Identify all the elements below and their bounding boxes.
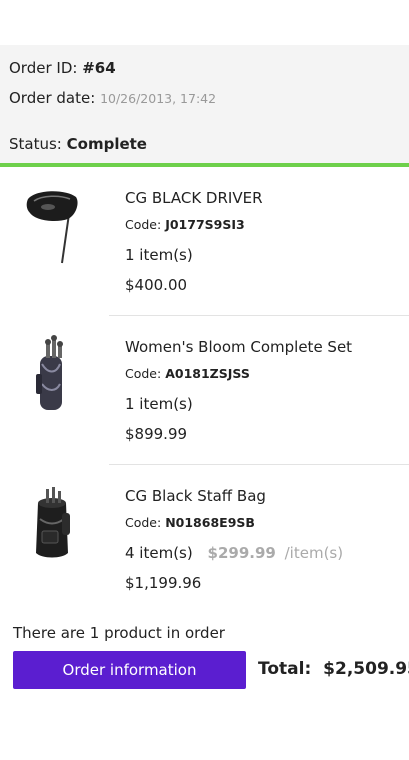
product-price: $1,199.96 [125, 574, 202, 592]
product-quantity-value: 1 item(s) [125, 395, 193, 413]
product-name[interactable]: CG BLACK DRIVER [125, 189, 263, 207]
top-spacer [0, 0, 409, 45]
product-quantity: 4 item(s) $299.99 /item(s) [125, 544, 343, 562]
order-id-value: #64 [82, 59, 116, 77]
golf-club-set-icon [36, 335, 63, 410]
order-date-value: 10/26/2013, 17:42 [100, 91, 217, 106]
product-quantity-value: 1 item(s) [125, 246, 193, 264]
product-price: $899.99 [125, 425, 188, 443]
order-status: Status: Complete [9, 135, 147, 153]
order-status-label: Status: [9, 135, 62, 153]
order-id: Order ID: #64 [9, 59, 116, 77]
product-per-label: /item(s) [284, 544, 344, 562]
product-list: CG BLACK DRIVER Code: J0177S9SI3 1 item(… [0, 167, 409, 614]
product-code-value: A0181ZSJSS [165, 366, 250, 381]
order-information-button[interactable]: Order information [13, 651, 246, 689]
order-total-value: $2,509.95 [323, 659, 409, 679]
product-quantity: 1 item(s) [125, 246, 193, 264]
product-item[interactable]: CG Black Staff Bag Code: N01868E9SB 4 it… [0, 465, 409, 614]
order-date-label: Order date: [9, 89, 96, 107]
golf-driver-icon [26, 191, 78, 264]
product-item[interactable]: Women's Bloom Complete Set Code: A0181ZS… [0, 316, 409, 465]
product-quantity: 1 item(s) [125, 395, 193, 413]
product-code-value: N01868E9SB [165, 515, 255, 530]
product-code: Code: N01868E9SB [125, 515, 255, 530]
product-code-label: Code: [125, 217, 162, 232]
product-unit-price: $299.99 [207, 544, 276, 562]
product-count-text: There are 1 product in order [13, 624, 225, 642]
product-code: Code: J0177S9SI3 [125, 217, 245, 232]
product-price: $400.00 [125, 276, 188, 294]
order-id-label: Order ID: [9, 59, 78, 77]
product-item[interactable]: CG BLACK DRIVER Code: J0177S9SI3 1 item(… [0, 167, 409, 316]
golf-staff-bag-icon [36, 487, 70, 558]
product-code: Code: A0181ZSJSS [125, 366, 250, 381]
order-total-label: Total: [258, 659, 312, 679]
order-date: Order date: 10/26/2013, 17:42 [9, 89, 216, 107]
product-name[interactable]: CG Black Staff Bag [125, 487, 266, 505]
product-quantity-value: 4 item(s) [125, 544, 193, 562]
order-status-value: Complete [66, 135, 147, 153]
order-total: Total: $2,509.95 [258, 659, 409, 679]
product-code-value: J0177S9SI3 [165, 217, 245, 232]
order-summary: There are 1 product in order Order infor… [0, 614, 409, 734]
product-code-label: Code: [125, 515, 162, 530]
product-name[interactable]: Women's Bloom Complete Set [125, 338, 352, 356]
order-header: Order ID: #64 Order date: 10/26/2013, 17… [0, 45, 409, 167]
product-code-label: Code: [125, 366, 162, 381]
